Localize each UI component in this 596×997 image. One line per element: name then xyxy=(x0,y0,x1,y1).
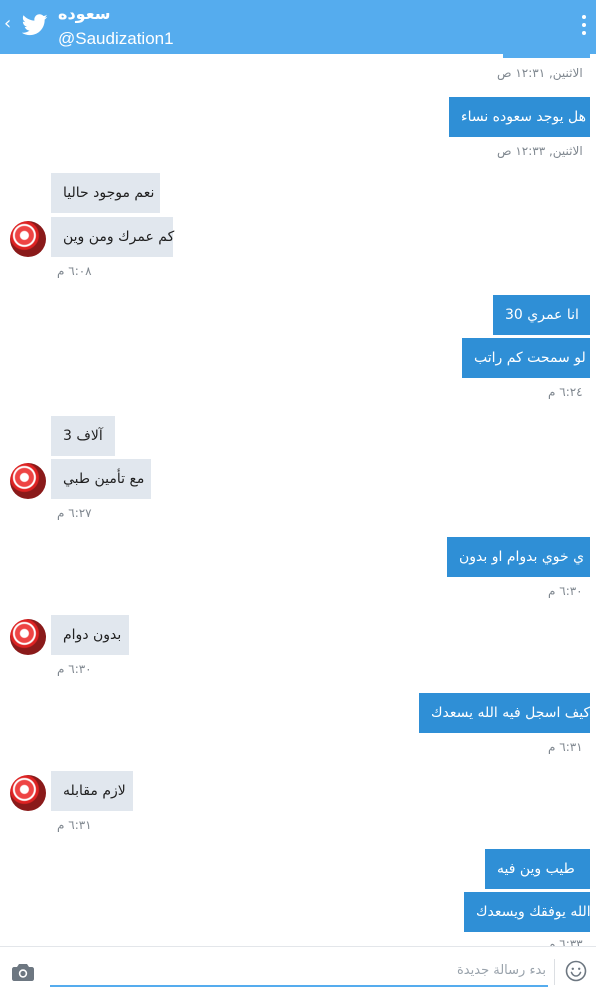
sent-message[interactable]: ي خوي بدوام او بدون xyxy=(447,537,590,577)
received-message[interactable]: مع تأمين طبي xyxy=(51,459,151,499)
message-composer xyxy=(0,946,596,997)
message-timestamp: ٦:٢٧ م xyxy=(57,506,92,520)
received-message[interactable]: لازم مقابله xyxy=(51,771,133,811)
sender-avatar[interactable] xyxy=(10,775,46,811)
message-timestamp: ٦:٣١ م xyxy=(548,740,583,754)
sent-message[interactable]: انا عمري 30 xyxy=(493,295,590,335)
conversation-handle: @Saudization1 xyxy=(58,29,174,48)
sent-message[interactable]: هل يوجد سعوده نساء xyxy=(449,97,590,137)
message-timestamp: ٦:٢٤ م xyxy=(548,385,583,399)
camera-icon[interactable] xyxy=(12,963,34,981)
sent-message[interactable]: الله يوفقك ويسعدك xyxy=(464,892,591,932)
received-message[interactable]: نعم موجود حاليا xyxy=(51,173,160,213)
previous-message-edge xyxy=(503,54,590,58)
message-timestamp: الاثنين, ١٢:٣١ ص xyxy=(497,66,583,80)
new-message-input[interactable] xyxy=(50,955,548,987)
emoji-icon[interactable] xyxy=(565,960,587,982)
sent-message[interactable]: لو سمحت كم راتب xyxy=(462,338,590,378)
message-timestamp: الاثنين, ١٢:٣٣ ص xyxy=(497,144,583,158)
message-timestamp: ٦:٣٠ م xyxy=(548,584,583,598)
sender-avatar[interactable] xyxy=(10,221,46,257)
message-timestamp: ٦:٣١ م xyxy=(57,818,92,832)
sent-message[interactable]: كيف اسجل فيه الله يسعدك xyxy=(419,693,590,733)
sent-message[interactable]: طيب وين فيه xyxy=(485,849,590,889)
twitter-bird-icon xyxy=(22,14,48,36)
back-icon[interactable]: ‹ xyxy=(4,13,11,34)
received-message[interactable]: 3 آلاف xyxy=(51,416,115,456)
composer-divider xyxy=(554,959,555,985)
conversation-name: سعوده xyxy=(58,4,111,23)
sender-avatar[interactable] xyxy=(10,463,46,499)
received-message[interactable]: كم عمرك ومن وين xyxy=(51,217,174,257)
more-options-icon[interactable] xyxy=(582,15,586,39)
message-timestamp: ٦:٣٠ م xyxy=(57,662,92,676)
received-message[interactable]: بدون دوام xyxy=(51,615,129,655)
conversation-header: ‹ سعوده @Saudization1 xyxy=(0,0,596,54)
sender-avatar[interactable] xyxy=(10,619,46,655)
message-timestamp: ٦:٠٨ م xyxy=(57,264,92,278)
